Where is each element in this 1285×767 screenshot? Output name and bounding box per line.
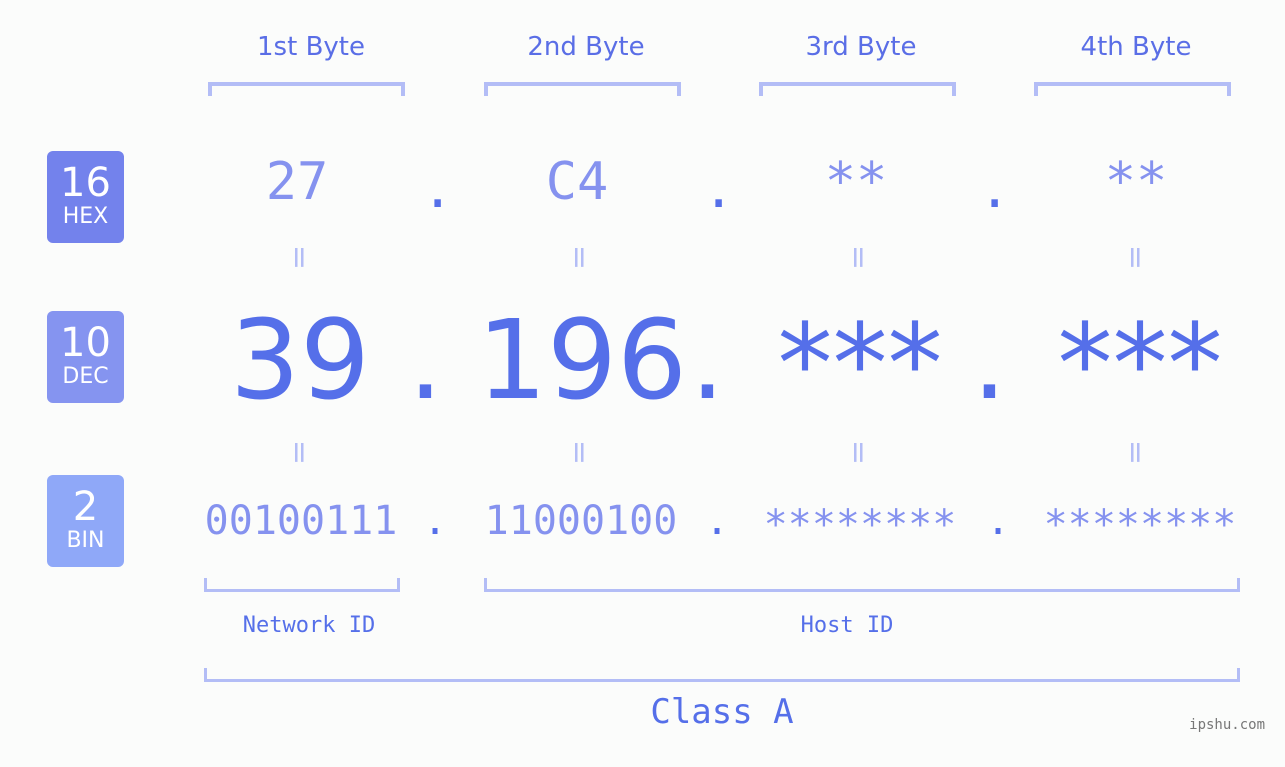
byte-bracket-1 — [208, 82, 405, 96]
dec-base-label: DEC — [62, 364, 109, 389]
equals-icon: = — [282, 244, 318, 271]
network-id-label: Network ID — [242, 613, 376, 638]
byte-bracket-2 — [484, 82, 681, 96]
hex-separator-3: . — [979, 160, 1011, 220]
equals-icon: = — [841, 439, 877, 466]
class-label: Class A — [650, 692, 794, 732]
equals-icon: = — [562, 244, 598, 271]
equals-icon: = — [1118, 439, 1154, 466]
hex-byte-2: C4 — [545, 152, 609, 212]
dec-badge: 10 DEC — [47, 311, 124, 403]
dec-byte-3: *** — [777, 300, 943, 428]
dec-byte-2: 196 — [477, 296, 687, 424]
bin-separator-2: . — [705, 498, 730, 544]
host-bracket — [484, 578, 1240, 592]
hex-byte-1: 27 — [265, 152, 329, 212]
hex-base-label: HEX — [62, 204, 109, 229]
network-bracket — [204, 578, 400, 592]
dec-base-number: 10 — [60, 320, 111, 366]
byte-bracket-3 — [759, 82, 956, 96]
dec-byte-4: *** — [1057, 300, 1223, 428]
host-id-label: Host ID — [800, 613, 894, 638]
bin-base-label: BIN — [66, 528, 105, 553]
class-bracket — [204, 668, 1240, 682]
dec-separator-3: . — [972, 296, 1007, 424]
bin-base-number: 2 — [72, 484, 99, 530]
equals-icon: = — [562, 439, 598, 466]
hex-badge: 16 HEX — [47, 151, 124, 243]
bin-separator-3: . — [986, 498, 1011, 544]
hex-separator-2: . — [703, 160, 735, 220]
byte-header-4: 4th Byte — [1080, 32, 1192, 62]
dec-separator-1: . — [408, 296, 443, 424]
hex-base-number: 16 — [60, 160, 111, 206]
dec-separator-2: . — [690, 296, 725, 424]
equals-icon: = — [1118, 244, 1154, 271]
equals-icon: = — [841, 244, 877, 271]
byte-header-2: 2nd Byte — [527, 32, 645, 62]
hex-byte-4: ** — [1104, 152, 1168, 212]
bin-byte-1: 00100111 — [204, 498, 398, 544]
watermark: ipshu.com — [1189, 717, 1265, 733]
bin-byte-2: 11000100 — [484, 498, 678, 544]
bin-byte-4: ******** — [1043, 502, 1237, 548]
dec-byte-1: 39 — [230, 296, 370, 424]
equals-icon: = — [282, 439, 318, 466]
hex-byte-3: ** — [824, 152, 888, 212]
bin-separator-1: . — [423, 498, 448, 544]
bin-byte-3: ******** — [763, 502, 957, 548]
byte-header-1: 1st Byte — [257, 32, 365, 62]
byte-header-3: 3rd Byte — [805, 32, 917, 62]
bin-badge: 2 BIN — [47, 475, 124, 567]
hex-separator-1: . — [422, 160, 454, 220]
byte-bracket-4 — [1034, 82, 1231, 96]
